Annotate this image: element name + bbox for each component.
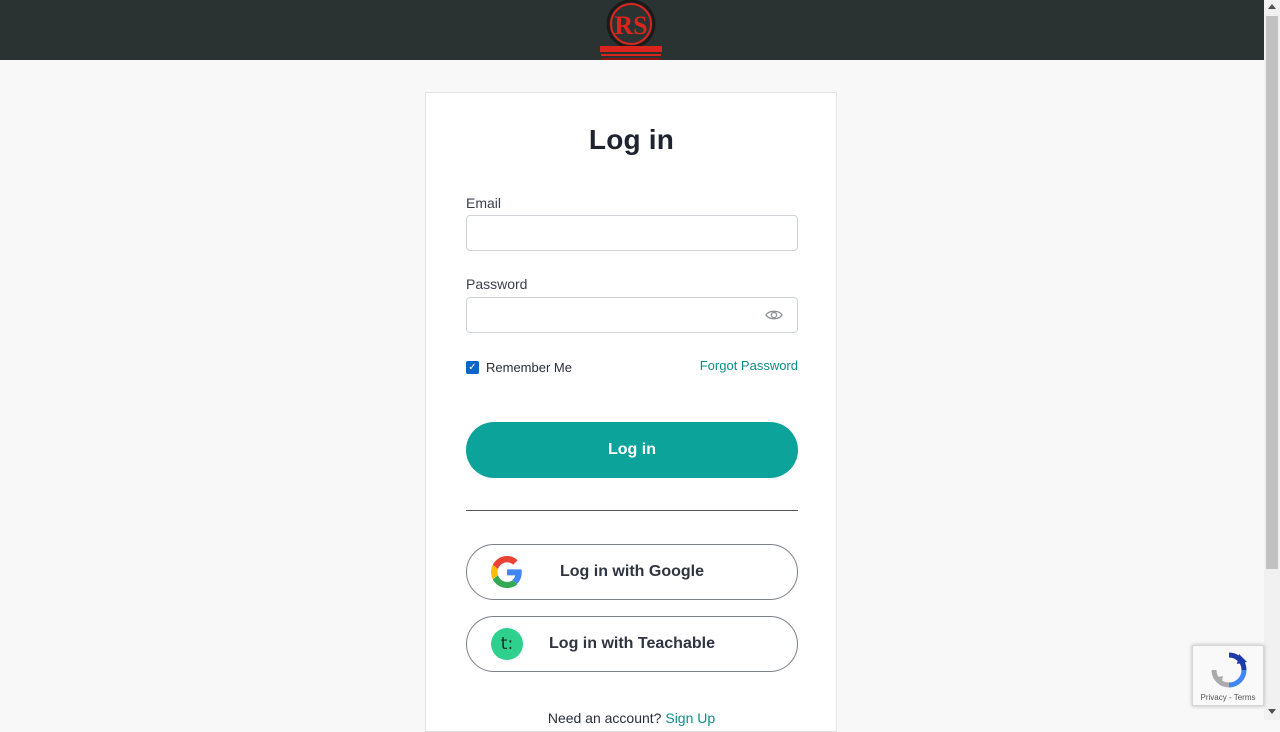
teachable-login-button[interactable]: t: Log in with Teachable	[466, 616, 798, 672]
scroll-down-arrow-icon[interactable]	[1268, 709, 1276, 714]
recaptcha-privacy-link[interactable]: Privacy	[1201, 693, 1227, 702]
signup-link[interactable]: Sign Up	[665, 710, 715, 726]
remember-me[interactable]: ✓ Remember Me	[466, 358, 572, 376]
page-scrollbar[interactable]	[1264, 0, 1280, 720]
recaptcha-terms-link[interactable]: Terms	[1234, 693, 1256, 702]
signup-prompt: Need an account? Sign Up	[0, 710, 1263, 726]
email-field[interactable]	[466, 215, 798, 251]
svg-text:RS: RS	[614, 11, 647, 40]
password-field[interactable]	[466, 297, 798, 333]
page-title: Log in	[588, 124, 675, 155]
signup-prompt-text: Need an account?	[547, 710, 662, 726]
scroll-thumb[interactable]	[1266, 16, 1278, 569]
remember-me-checkbox[interactable]: ✓	[466, 360, 479, 374]
remember-me-label: Remember Me	[486, 359, 572, 375]
divider	[466, 510, 798, 511]
password-label: Password	[466, 276, 528, 292]
login-button[interactable]: Log in	[466, 422, 798, 478]
scroll-up-arrow-icon[interactable]	[1268, 4, 1276, 9]
recaptcha-links: Privacy - Terms	[1193, 693, 1263, 702]
top-header: RS	[0, 0, 1264, 60]
recaptcha-separator: -	[1228, 693, 1232, 702]
google-login-label: Log in with Google	[560, 563, 704, 580]
rs-logo[interactable]: RS	[597, 0, 665, 60]
recaptcha-icon	[1211, 652, 1247, 688]
eye-icon[interactable]	[765, 307, 783, 323]
recaptcha-badge[interactable]: Privacy - Terms	[1192, 645, 1264, 706]
email-label: Email	[466, 195, 502, 211]
forgot-password-link[interactable]: Forgot Password	[640, 358, 798, 373]
google-login-button[interactable]: Log in with Google	[466, 544, 798, 600]
teachable-login-label: Log in with Teachable	[549, 635, 715, 652]
